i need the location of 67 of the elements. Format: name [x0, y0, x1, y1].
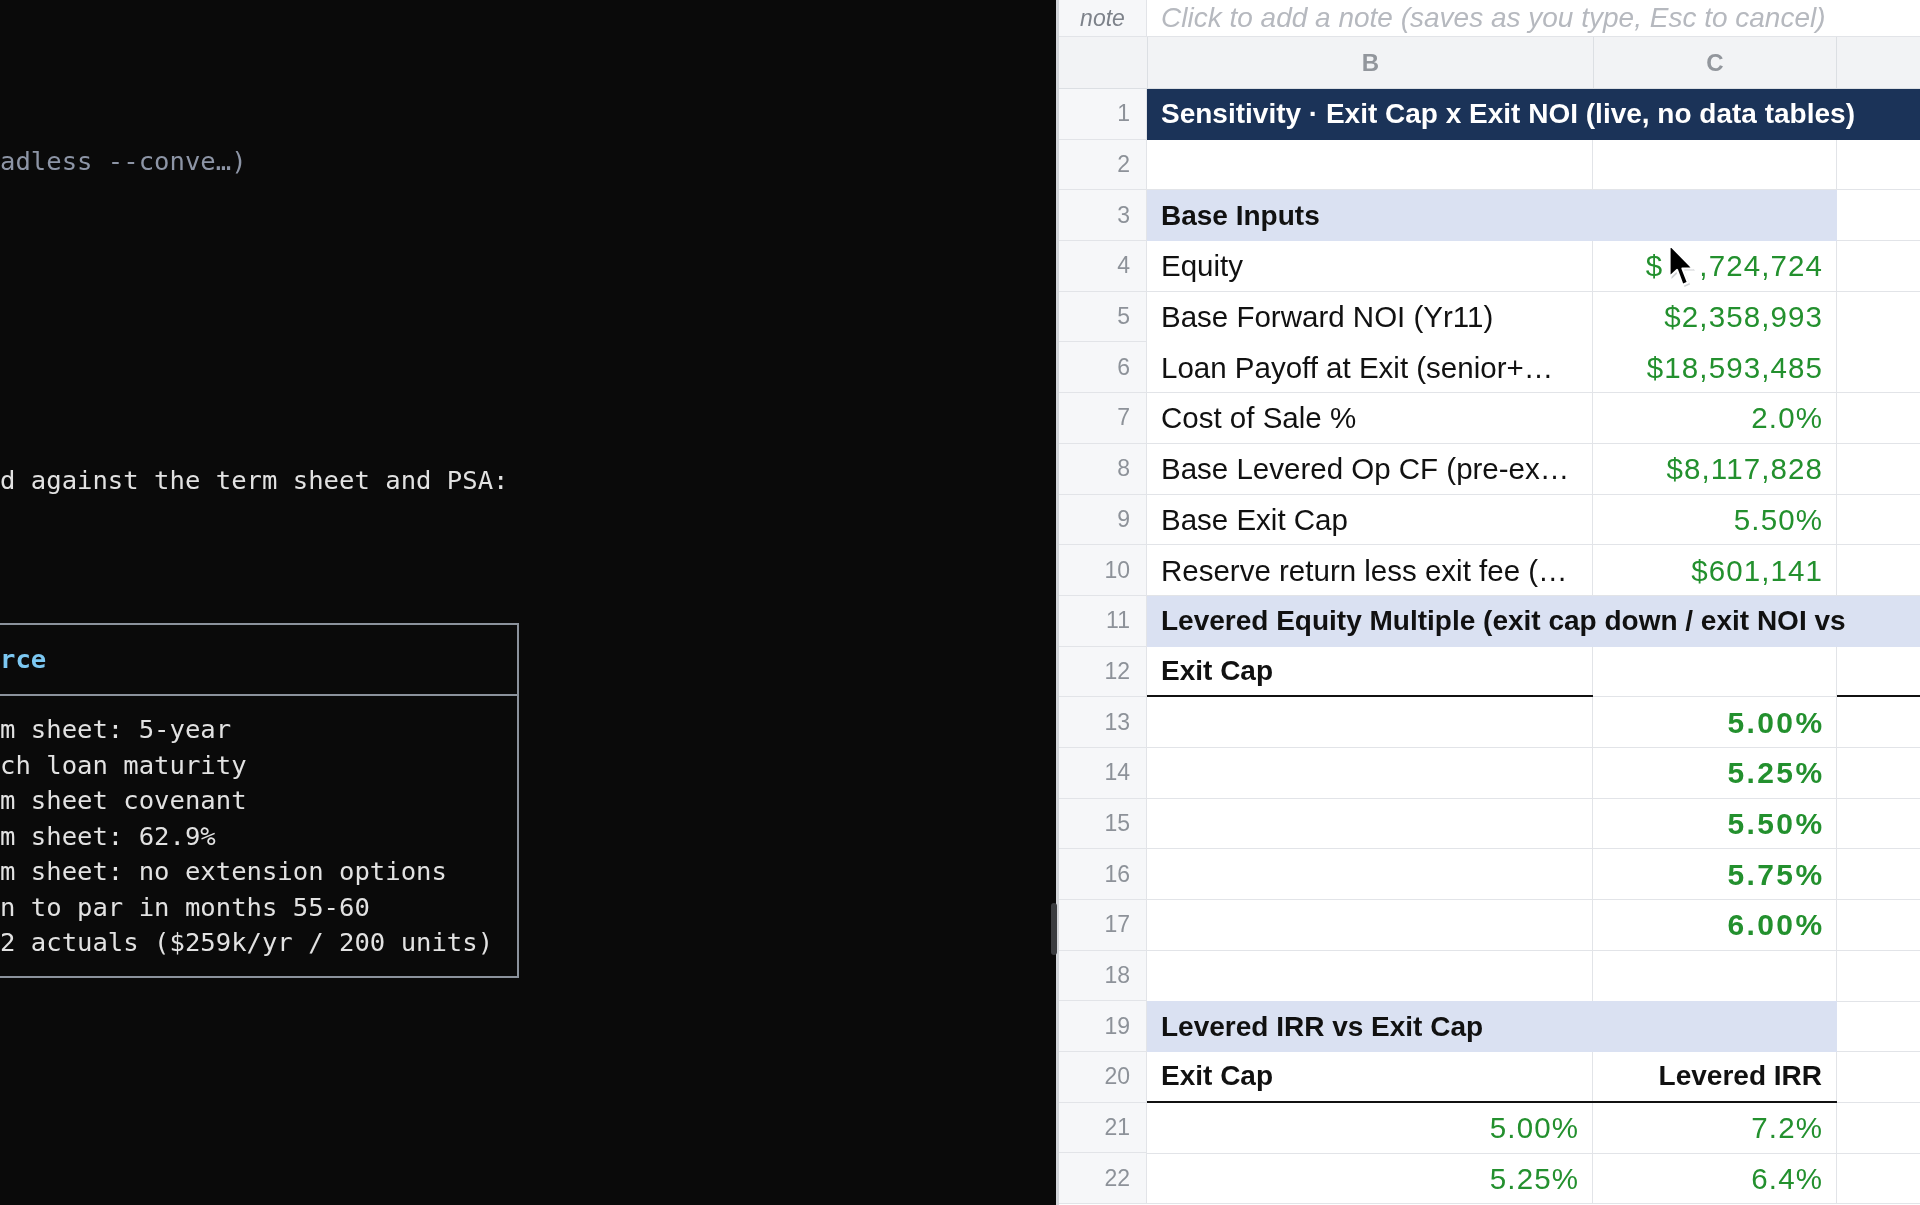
table-cell: Exit Cap [1147, 1052, 1593, 1103]
row-number[interactable]: 11 [1059, 595, 1147, 647]
terminal-line: adless --conve…) [0, 145, 247, 178]
table-cell-text: 5.50% [1726, 805, 1826, 842]
section-cell: Levered IRR vs Exit Cap [1147, 1001, 1837, 1053]
table-cell-text: 5.75% [1726, 856, 1826, 893]
splitter-handle[interactable] [1051, 903, 1057, 955]
row-number[interactable]: 3 [1059, 190, 1147, 242]
table-cell-text: Reserve return less exit fee (… [1160, 552, 1569, 589]
row-number[interactable]: 6 [1059, 342, 1147, 394]
table-cell-text: $18,593,485 [1645, 349, 1824, 386]
row-number[interactable]: 1 [1059, 89, 1147, 140]
row-number[interactable]: 21 [1059, 1102, 1147, 1154]
row-number[interactable]: 19 [1059, 1001, 1147, 1053]
row-number[interactable]: 16 [1059, 849, 1147, 900]
table-cell: Levered IRR [1593, 1052, 1837, 1103]
row-number[interactable]: 13 [1059, 697, 1147, 748]
row-number[interactable]: 18 [1059, 950, 1147, 1002]
table-cell-text: 5.25% [1726, 755, 1826, 792]
terminal-line: d against the term sheet and PSA: [0, 464, 509, 497]
row-number[interactable]: 9 [1059, 494, 1147, 546]
table-cell-text: $601,141 [1690, 552, 1824, 589]
title-cell: Sensitivity · Exit Cap x Exit NOI (live, no data tables) [1147, 89, 1920, 140]
table-cell-text: Cost of Sale % [1160, 400, 1358, 437]
table-cell-text: 6.00% [1726, 907, 1826, 944]
row-number[interactable]: 17 [1059, 900, 1147, 951]
section-cell: Base Inputs [1147, 190, 1837, 242]
row-number[interactable]: 14 [1059, 747, 1147, 799]
row-number[interactable]: 20 [1059, 1052, 1147, 1103]
table-cell-text: 2.0% [1750, 400, 1824, 437]
table-cell-text: Loan Payoff at Exit (senior+… [1160, 349, 1555, 386]
table-cell-text: 5.00% [1488, 1110, 1580, 1147]
table-cell-text: 5.50% [1732, 501, 1824, 538]
table-header: rce [0, 642, 47, 676]
column-header[interactable]: B [1147, 37, 1593, 88]
row-number[interactable]: 5 [1059, 291, 1147, 343]
table-cell-text: Base Forward NOI (Yr11) [1160, 299, 1495, 336]
note-label: note [1059, 0, 1147, 36]
table-cell-text: $2,358,993 [1663, 299, 1824, 336]
table-cell-text: 7.2% [1750, 1110, 1824, 1147]
table-cell-text: n to par in months 55-60 [0, 890, 370, 924]
table-cell-text: Base Levered Op CF (pre-ex… [1160, 451, 1571, 488]
table-cell-text: m sheet: 5-year [0, 713, 232, 746]
table-cell-text: m sheet: no extension options [0, 855, 447, 888]
table-cell-text: 5.25% [1488, 1160, 1580, 1197]
row-number[interactable]: 7 [1059, 393, 1147, 444]
table-cell-text: Base Exit Cap [1160, 501, 1349, 538]
cell-text: ,724,724 [1699, 249, 1823, 284]
row-number[interactable]: 12 [1059, 646, 1147, 698]
table-cell-text: $8,117,828 [1665, 451, 1824, 488]
table-cell-text: 2 actuals ($259k/yr / 200 units) [0, 926, 494, 959]
row-number[interactable]: 2 [1059, 139, 1147, 191]
row-number[interactable]: 10 [1059, 545, 1147, 596]
table-cell-text: Equity [1160, 248, 1244, 285]
row-number[interactable]: 8 [1059, 443, 1147, 495]
cell-text: $ [1645, 249, 1664, 284]
table-cell-text: 5.00% [1726, 704, 1826, 741]
row-number[interactable]: 4 [1059, 241, 1147, 292]
row-number[interactable]: 22 [1059, 1153, 1147, 1205]
table-cell-text: m sheet: 62.9% [0, 819, 216, 853]
table-cell-text: 6.4% [1750, 1160, 1824, 1197]
table-cell-text: m sheet covenant [0, 784, 247, 817]
table-cell: Exit Cap [1147, 646, 1593, 698]
row-number[interactable]: 15 [1059, 798, 1147, 850]
column-header[interactable]: C [1593, 37, 1837, 88]
table-cell-text: ch loan maturity [0, 748, 247, 782]
section-cell: Levered Equity Multiple (exit cap down / exit NOI vs [1147, 595, 1920, 647]
